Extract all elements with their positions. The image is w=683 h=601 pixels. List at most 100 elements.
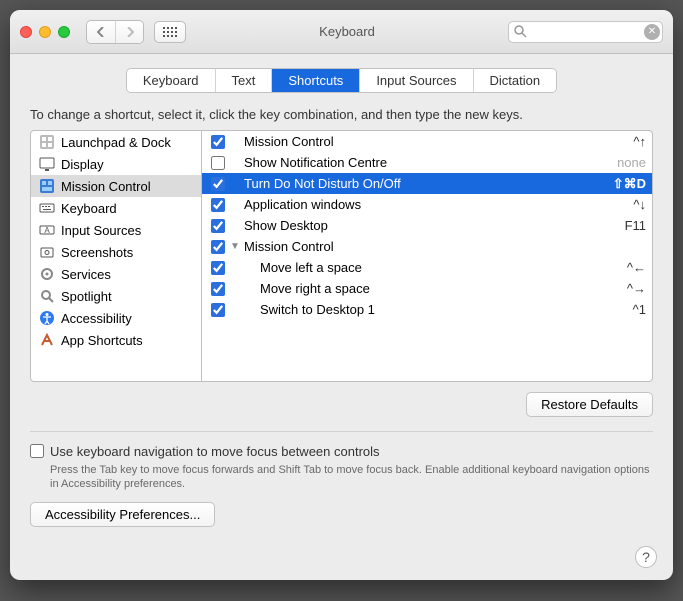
shortcut-key[interactable]: ^1	[596, 302, 646, 317]
category-label: Display	[61, 157, 104, 172]
shortcut-row[interactable]: Move right a space^→	[202, 278, 652, 299]
shortcut-checkbox[interactable]	[211, 240, 225, 254]
category-input-sources[interactable]: A Input Sources	[31, 219, 201, 241]
back-button[interactable]	[87, 21, 115, 43]
shortcut-label: Switch to Desktop 1	[242, 302, 596, 317]
forward-button[interactable]	[115, 21, 143, 43]
category-label: App Shortcuts	[61, 333, 143, 348]
shortcut-checkbox[interactable]	[211, 135, 225, 149]
show-all-button[interactable]	[154, 21, 186, 43]
category-app-shortcuts[interactable]: App Shortcuts	[31, 329, 201, 351]
apps-icon	[39, 332, 55, 348]
shortcut-key[interactable]: ⇧⌘D	[596, 176, 646, 192]
shortcut-key[interactable]: ^↓	[596, 197, 646, 212]
keyboard-icon	[39, 200, 55, 216]
help-button[interactable]: ?	[635, 546, 657, 568]
category-launchpad-dock[interactable]: Launchpad & Dock	[31, 131, 201, 153]
search-input[interactable]	[508, 21, 663, 43]
shortcut-checkbox[interactable]	[211, 198, 225, 212]
close-icon[interactable]	[20, 26, 32, 38]
shortcut-checkbox[interactable]	[211, 219, 225, 233]
search-field: ✕	[508, 21, 663, 43]
category-keyboard[interactable]: Keyboard	[31, 197, 201, 219]
shortcut-row[interactable]: Application windows^↓	[202, 194, 652, 215]
maximize-icon[interactable]	[58, 26, 70, 38]
shortcut-row[interactable]: Turn Do Not Disturb On/Off⇧⌘D	[202, 173, 652, 194]
restore-defaults-button[interactable]: Restore Defaults	[526, 392, 653, 417]
shortcut-label: Move right a space	[242, 281, 596, 296]
shortcut-panes: Launchpad & Dock Display Mission Control Ke…	[30, 130, 653, 382]
tab-text[interactable]: Text	[215, 69, 272, 92]
category-label: Services	[61, 267, 111, 282]
shortcut-checkbox[interactable]	[211, 177, 225, 191]
shortcut-label: Show Notification Centre	[242, 155, 596, 170]
category-screenshots[interactable]: Screenshots	[31, 241, 201, 263]
category-spotlight[interactable]: Spotlight	[31, 285, 201, 307]
shortcut-row[interactable]: Show Notification Centrenone	[202, 152, 652, 173]
search-icon	[513, 24, 527, 38]
shortcut-row[interactable]: Move left a space^←	[202, 257, 652, 278]
keyboard-nav-checkbox[interactable]	[30, 444, 44, 458]
shortcut-checkbox[interactable]	[211, 282, 225, 296]
shortcut-label: Move left a space	[242, 260, 596, 275]
category-services[interactable]: Services	[31, 263, 201, 285]
category-label: Screenshots	[61, 245, 133, 260]
mc-icon	[39, 178, 55, 194]
tab-shortcuts[interactable]: Shortcuts	[271, 69, 359, 92]
category-label: Keyboard	[61, 201, 117, 216]
shortcut-label: Turn Do Not Disturb On/Off	[242, 176, 596, 191]
shortcut-checkbox[interactable]	[211, 261, 225, 275]
category-accessibility[interactable]: Accessibility	[31, 307, 201, 329]
shortcut-key[interactable]: ^→	[596, 281, 646, 296]
titlebar: Keyboard ✕	[10, 10, 673, 54]
accessibility-preferences-button[interactable]: Accessibility Preferences...	[30, 502, 215, 527]
preferences-window: Keyboard ✕ KeyboardTextShortcutsInput So…	[10, 10, 673, 580]
screenshot-icon	[39, 244, 55, 260]
shortcut-checkbox[interactable]	[211, 156, 225, 170]
tab-bar: KeyboardTextShortcutsInput SourcesDictat…	[30, 68, 653, 93]
category-label: Mission Control	[61, 179, 151, 194]
shortcut-checkbox[interactable]	[211, 303, 225, 317]
shortcut-key[interactable]: none	[596, 155, 646, 170]
shortcut-key[interactable]: ^↑	[596, 134, 646, 149]
window-controls	[20, 26, 70, 38]
keyboard-nav-option[interactable]: Use keyboard navigation to move focus be…	[30, 444, 653, 459]
divider	[30, 431, 653, 432]
window-title: Keyboard	[194, 24, 500, 39]
shortcut-label: Mission Control	[242, 239, 596, 254]
keyboard-nav-hint: Press the Tab key to move focus forwards…	[50, 463, 653, 492]
tab-dictation[interactable]: Dictation	[473, 69, 557, 92]
disclosure-icon[interactable]: ▼	[228, 241, 242, 252]
shortcut-key[interactable]: ^←	[596, 260, 646, 275]
svg-text:A: A	[44, 226, 50, 235]
category-label: Accessibility	[61, 311, 132, 326]
shortcut-row[interactable]: Show DesktopF11	[202, 215, 652, 236]
minimize-icon[interactable]	[39, 26, 51, 38]
shortcut-row[interactable]: Mission Control^↑	[202, 131, 652, 152]
tab-input-sources[interactable]: Input Sources	[359, 69, 472, 92]
category-mission-control[interactable]: Mission Control	[31, 175, 201, 197]
input-icon: A	[39, 222, 55, 238]
nav-segment	[86, 20, 144, 44]
instructions-text: To change a shortcut, select it, click t…	[30, 107, 653, 122]
shortcut-row[interactable]: ▼Mission Control	[202, 236, 652, 257]
clear-search-icon[interactable]: ✕	[644, 24, 660, 40]
shortcut-label: Mission Control	[242, 134, 596, 149]
category-display[interactable]: Display	[31, 153, 201, 175]
shortcut-row[interactable]: Switch to Desktop 1^1	[202, 299, 652, 320]
launchpad-icon	[39, 134, 55, 150]
category-label: Input Sources	[61, 223, 141, 238]
spotlight-icon	[39, 288, 55, 304]
shortcut-label: Application windows	[242, 197, 596, 212]
category-label: Launchpad & Dock	[61, 135, 171, 150]
services-icon	[39, 266, 55, 282]
shortcut-key[interactable]: F11	[596, 218, 646, 233]
keyboard-nav-label: Use keyboard navigation to move focus be…	[50, 444, 380, 459]
category-label: Spotlight	[61, 289, 112, 304]
shortcut-label: Show Desktop	[242, 218, 596, 233]
accessibility-icon	[39, 310, 55, 326]
shortcut-list[interactable]: Mission Control^↑Show Notification Centr…	[202, 130, 653, 382]
tab-keyboard[interactable]: Keyboard	[127, 69, 215, 92]
category-list[interactable]: Launchpad & Dock Display Mission Control Ke…	[30, 130, 202, 382]
display-icon	[39, 156, 55, 172]
